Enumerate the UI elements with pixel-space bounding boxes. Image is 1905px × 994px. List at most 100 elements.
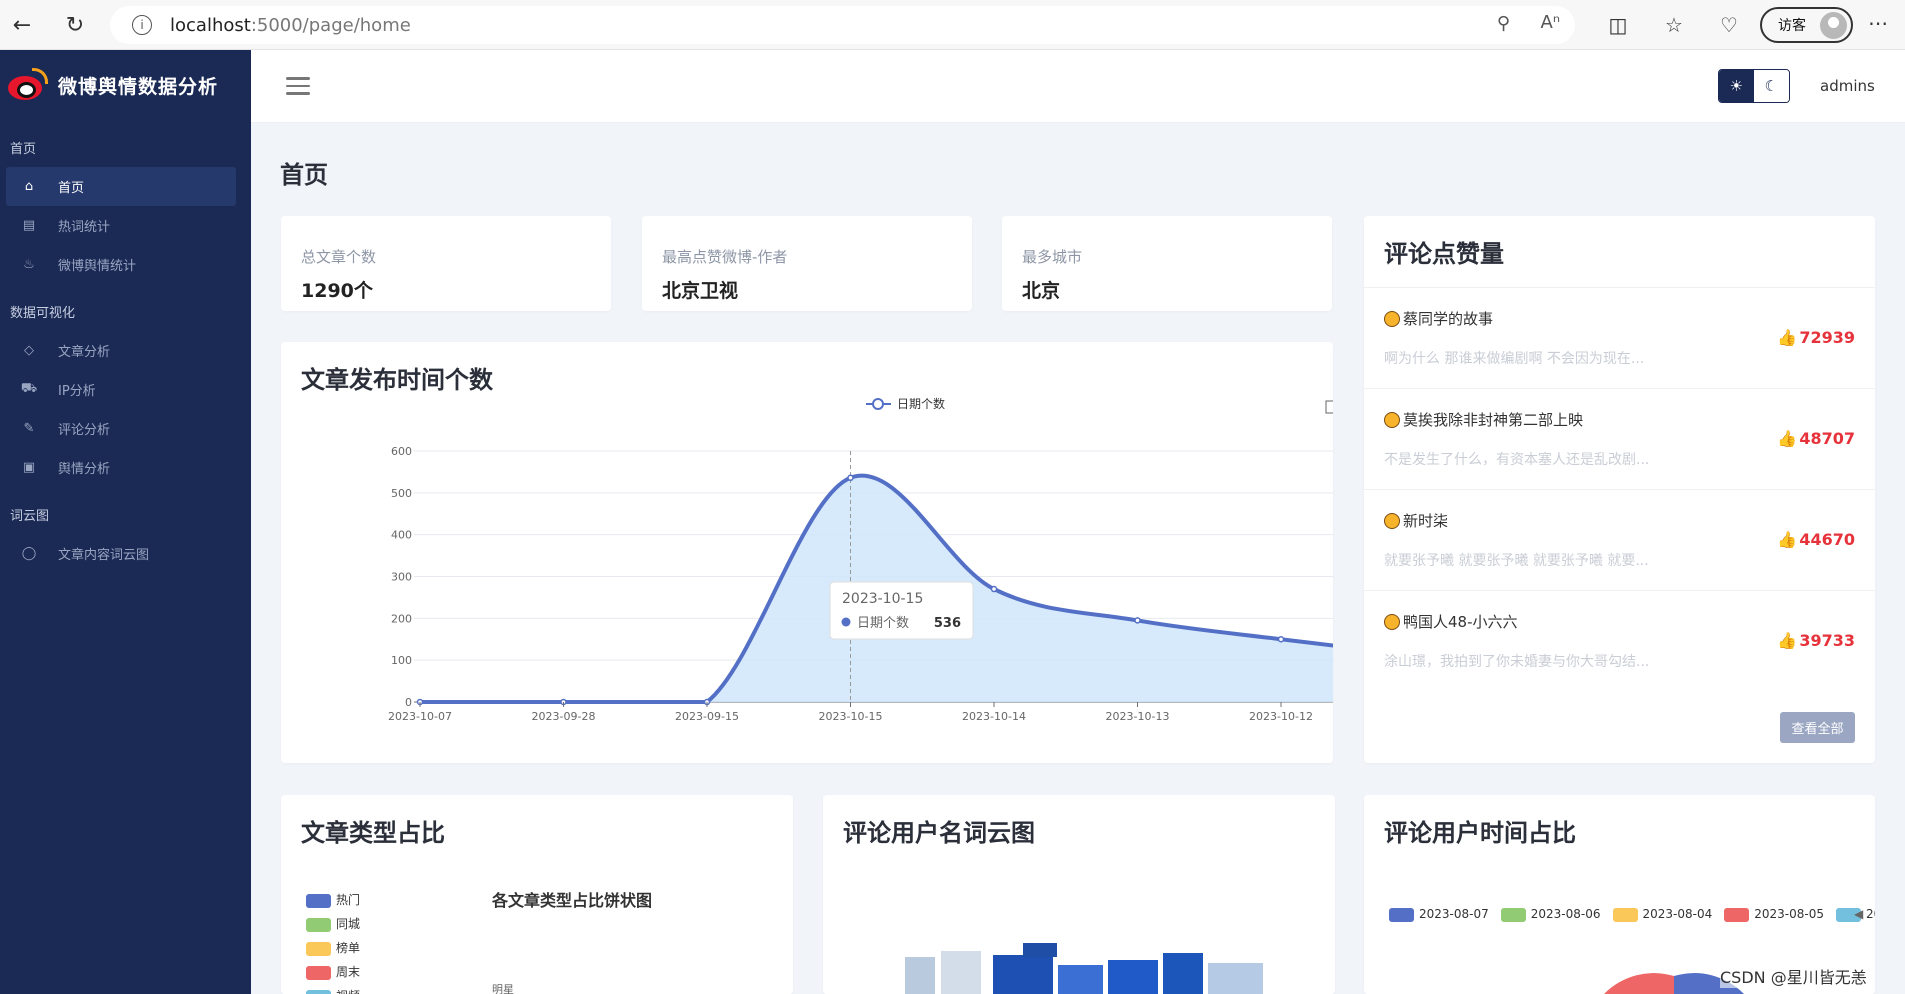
legend-swatch <box>306 941 331 956</box>
thumbs-up-icon: 👍 <box>1777 429 1798 448</box>
read-aloud-icon[interactable]: Aⁿ <box>1541 12 1561 33</box>
sidebar-item[interactable]: ⛟ IP分析 <box>6 370 236 409</box>
sidebar-item[interactable]: ◯ 文章内容词云图 <box>6 534 236 573</box>
favorites-icon[interactable]: ☆ <box>1660 11 1688 39</box>
sidebar-item-label: 文章分析 <box>58 345 111 360</box>
data-point[interactable] <box>1277 636 1285 643</box>
like-value: 48707 <box>1799 429 1855 448</box>
user-name[interactable]: admins <box>1820 77 1875 95</box>
sidebar-item[interactable]: ✎ 评论分析 <box>6 409 236 448</box>
x-tick-label: 2023-10-12 <box>1249 710 1313 723</box>
reload-icon[interactable]: ↻ <box>55 5 95 45</box>
back-icon[interactable]: ← <box>2 5 42 45</box>
tag-icon: ◇ <box>24 343 34 358</box>
sidebar-item[interactable]: ⌂ 首页 <box>6 167 236 206</box>
legend-item[interactable]: 周末 <box>306 960 360 984</box>
topbar: ☀ ☾ admins <box>251 50 1905 123</box>
x-tick-label: 2023-10-07 <box>388 710 452 723</box>
thumbs-up-icon: 👍 <box>1777 328 1798 347</box>
toolbox-zoom-icon[interactable] <box>1325 400 1333 414</box>
tooltip-value: 536 <box>934 616 961 631</box>
emoji-face-icon <box>1384 512 1400 529</box>
comment-item[interactable]: 莫挨我除非封神第二部上映 不是发生了什么，有资本塞人还是乱改剧... 👍 48707 <box>1364 388 1875 489</box>
comment-author: 新时柒 <box>1384 510 1448 531</box>
comment-text: 涂山璟，我拍到了你未婚妻与你大哥勾结... <box>1384 654 1650 670</box>
sidebar-item[interactable]: ◇ 文章分析 <box>6 331 236 370</box>
comment-text: 啊为什么 那谁来做编剧啊 不会因为现在... <box>1384 351 1645 367</box>
light-mode-icon[interactable]: ☀ <box>1719 70 1754 102</box>
zoom-out-icon[interactable]: ⚲ <box>1497 13 1510 34</box>
sidebar-section-label: 词云图 <box>10 509 50 524</box>
emoji-face-icon <box>1384 411 1400 428</box>
tooltip-category: 2023-10-15 <box>842 591 923 607</box>
view-all-button[interactable]: 查看全部 <box>1780 712 1855 743</box>
legend-item[interactable]: 热门 <box>306 888 360 912</box>
legend-item[interactable]: 榜单 <box>306 936 360 960</box>
health-icon[interactable]: ♡ <box>1715 11 1743 39</box>
stat-value: 北京 <box>1022 280 1061 302</box>
watermark: CSDN @星川皆无恙 <box>1720 964 1867 988</box>
tooltip-marker <box>841 617 851 627</box>
sidebar-section-label: 数据可视化 <box>10 306 76 321</box>
emoji-face-icon <box>1384 310 1400 327</box>
line-chart[interactable]: 0 100 200 300 400 500 600 2023-10-07 2023-09-28 2… <box>281 342 1333 763</box>
sidebar-item-label: IP分析 <box>58 384 96 399</box>
sidebar-item-label: 首页 <box>58 181 85 196</box>
data-point[interactable] <box>847 474 854 482</box>
x-tick-label: 2023-10-13 <box>1106 710 1170 723</box>
y-tick-label: 0 <box>405 696 412 709</box>
comment-item[interactable]: 鸭国人48-小六六 涂山璟，我拍到了你未婚妻与你大哥勾结... 👍 39733 <box>1364 590 1875 691</box>
sidebar-item[interactable]: ▤ 热词统计 <box>6 206 236 245</box>
emoji-face-icon <box>1384 613 1400 630</box>
x-tick-label: 2023-10-15 <box>819 710 883 723</box>
legend-label: 周末 <box>336 965 361 979</box>
more-icon[interactable]: ⋯ <box>1868 11 1888 35</box>
sidebar: 微博舆情数据分析 首页 ⌂ 首页 ▤ 热词统计 ♨ 微博舆情统计 数据可视化 ◇ 文章分析 ⛟ IP分… <box>0 50 251 994</box>
legend-label: 热门 <box>336 893 361 907</box>
data-point[interactable] <box>990 585 998 593</box>
comment-item[interactable]: 蔡同学的故事 啊为什么 那谁来做编剧啊 不会因为现在... 👍 72939 <box>1364 287 1875 388</box>
stat-card-articles: 总文章个数 1290个 <box>281 216 611 311</box>
pie-subtitle: 各文章类型占比饼状图 <box>492 891 653 910</box>
menu-toggle-icon[interactable] <box>286 77 310 95</box>
y-tick-label: 500 <box>391 487 412 500</box>
like-value: 44670 <box>1799 530 1855 549</box>
profile-button[interactable]: 访客 <box>1760 7 1853 43</box>
y-tick-label: 100 <box>391 654 412 667</box>
comment-item[interactable]: 新时柒 就要张予曦 就要张予曦 就要张予曦 就要... 👍 44670 <box>1364 489 1875 590</box>
chart-tooltip: 2023-10-15 日期个数 536 <box>829 581 974 640</box>
site-info-icon[interactable]: i <box>132 15 152 35</box>
legend-label[interactable]: 日期个数 <box>897 396 945 411</box>
legend-swatch <box>306 893 331 908</box>
split-screen-icon[interactable]: ◫ <box>1604 11 1632 39</box>
legend-item[interactable]: 视频 <box>306 984 360 994</box>
legend-marker[interactable] <box>872 398 884 410</box>
theme-toggle[interactable]: ☀ ☾ <box>1718 69 1790 103</box>
y-tick-label: 300 <box>391 571 412 584</box>
sidebar-item[interactable]: ♨ 微博舆情统计 <box>6 245 236 284</box>
cart-icon: ⛟ <box>20 381 38 396</box>
sidebar-item-label: 热词统计 <box>58 220 111 235</box>
sidebar-item-label: 微博舆情统计 <box>58 259 137 274</box>
card-title: 文章类型占比 <box>301 819 445 847</box>
pie-legend: 热门同城榜单周末视频 <box>306 888 360 994</box>
url-host: localhost <box>170 14 251 36</box>
sidebar-item[interactable]: ▣ 舆情分析 <box>6 448 236 487</box>
weibo-logo-icon <box>6 68 48 102</box>
legend-swatch <box>306 965 331 980</box>
legend-swatch <box>306 989 331 994</box>
x-tick-label: 2023-09-15 <box>675 710 739 723</box>
data-point[interactable] <box>1134 617 1141 624</box>
type-ratio-card: 文章类型占比 热门同城榜单周末视频 各文章类型占比饼状图 明星 <box>281 795 793 994</box>
clipboard-icon: ▣ <box>22 460 36 475</box>
comment-author: 鸭国人48-小六六 <box>1384 611 1518 632</box>
app-title: 微博舆情数据分析 <box>58 75 219 98</box>
author-name: 鸭国人48-小六六 <box>1403 613 1518 631</box>
x-tick-label: 2023-09-28 <box>532 710 596 723</box>
sidebar-section-label: 首页 <box>10 142 37 157</box>
legend-item[interactable]: 同城 <box>306 912 360 936</box>
dark-mode-icon[interactable]: ☾ <box>1753 70 1789 102</box>
address-bar[interactable]: i localhost:5000/page/home ⚲ Aⁿ <box>110 6 1575 44</box>
brand[interactable]: 微博舆情数据分析 <box>0 50 251 120</box>
fan-icon: ♨ <box>23 257 35 272</box>
